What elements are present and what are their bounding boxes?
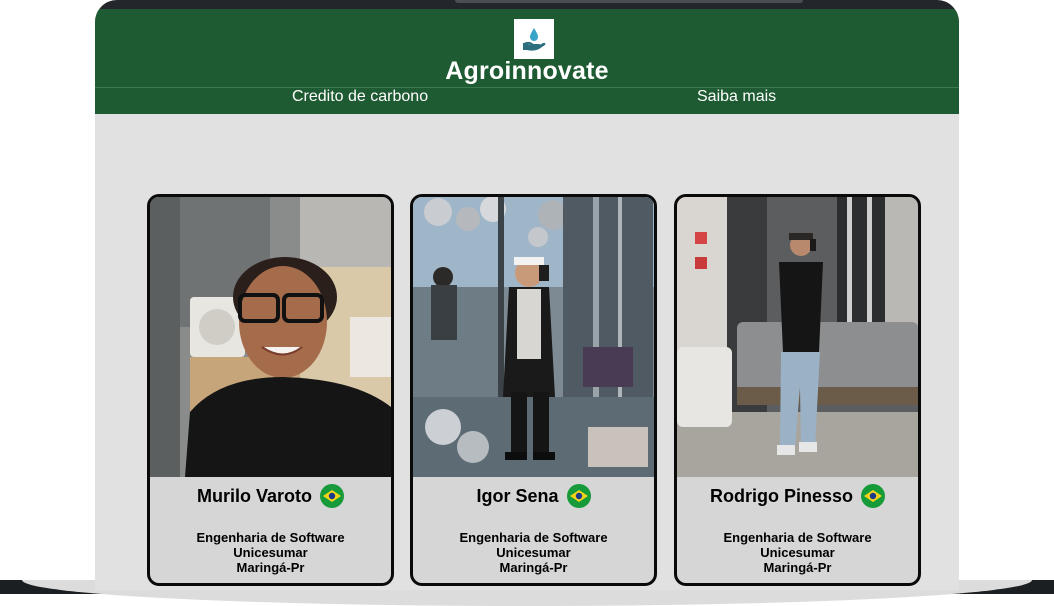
brazil-flag-icon bbox=[861, 484, 885, 508]
member-course: Engenharia de Software bbox=[459, 530, 608, 545]
laptop-notch bbox=[455, 0, 803, 3]
nav-link-credito-de-carbono[interactable]: Credito de carbono bbox=[292, 88, 428, 106]
team-card-murilo: Murilo Varoto Engenharia de Software Uni… bbox=[147, 194, 394, 586]
team-member-name: Rodrigo Pinesso bbox=[709, 485, 853, 506]
laptop-screen-frame: Agroinnovate Credito de carbono Saiba ma… bbox=[95, 0, 959, 590]
member-university: Unicesumar bbox=[233, 545, 308, 560]
member-course: Engenharia de Software bbox=[723, 530, 872, 545]
member-info: Engenharia de Software Unicesumar Maring… bbox=[677, 530, 918, 575]
card-name-row: Murilo Varoto bbox=[150, 484, 391, 508]
brazil-flag-icon bbox=[320, 484, 344, 508]
card-name-row: Igor Sena bbox=[413, 484, 654, 508]
member-university: Unicesumar bbox=[760, 545, 835, 560]
team-card-igor: Igor Sena Engenharia de Software Unicesu… bbox=[410, 194, 657, 586]
member-course: Engenharia de Software bbox=[196, 530, 345, 545]
nav-divider bbox=[95, 87, 959, 88]
team-member-name: Murilo Varoto bbox=[196, 485, 312, 506]
member-city: Maringá-Pr bbox=[236, 560, 305, 575]
member-city: Maringá-Pr bbox=[763, 560, 832, 575]
member-info: Engenharia de Software Unicesumar Maring… bbox=[150, 530, 391, 575]
member-city: Maringá-Pr bbox=[499, 560, 568, 575]
nav-link-saiba-mais[interactable]: Saiba mais bbox=[697, 88, 776, 106]
site-header: Agroinnovate Credito de carbono Saiba ma… bbox=[95, 9, 959, 114]
site-logo[interactable] bbox=[514, 19, 554, 59]
member-university: Unicesumar bbox=[496, 545, 571, 560]
profile-photo bbox=[150, 197, 391, 477]
plant-water-hand-icon bbox=[523, 28, 546, 51]
card-name-row: Rodrigo Pinesso bbox=[677, 484, 918, 508]
team-card-rodrigo: Rodrigo Pinesso Engenharia de Software U… bbox=[674, 194, 921, 586]
brazil-flag-icon bbox=[566, 484, 591, 508]
website-viewport: Agroinnovate Credito de carbono Saiba ma… bbox=[95, 9, 959, 590]
member-info: Engenharia de Software Unicesumar Maring… bbox=[413, 530, 654, 575]
team-member-name: Igor Sena bbox=[476, 485, 559, 506]
site-title: Agroinnovate bbox=[445, 57, 609, 85]
profile-photo bbox=[677, 197, 918, 477]
profile-photo bbox=[413, 197, 654, 477]
